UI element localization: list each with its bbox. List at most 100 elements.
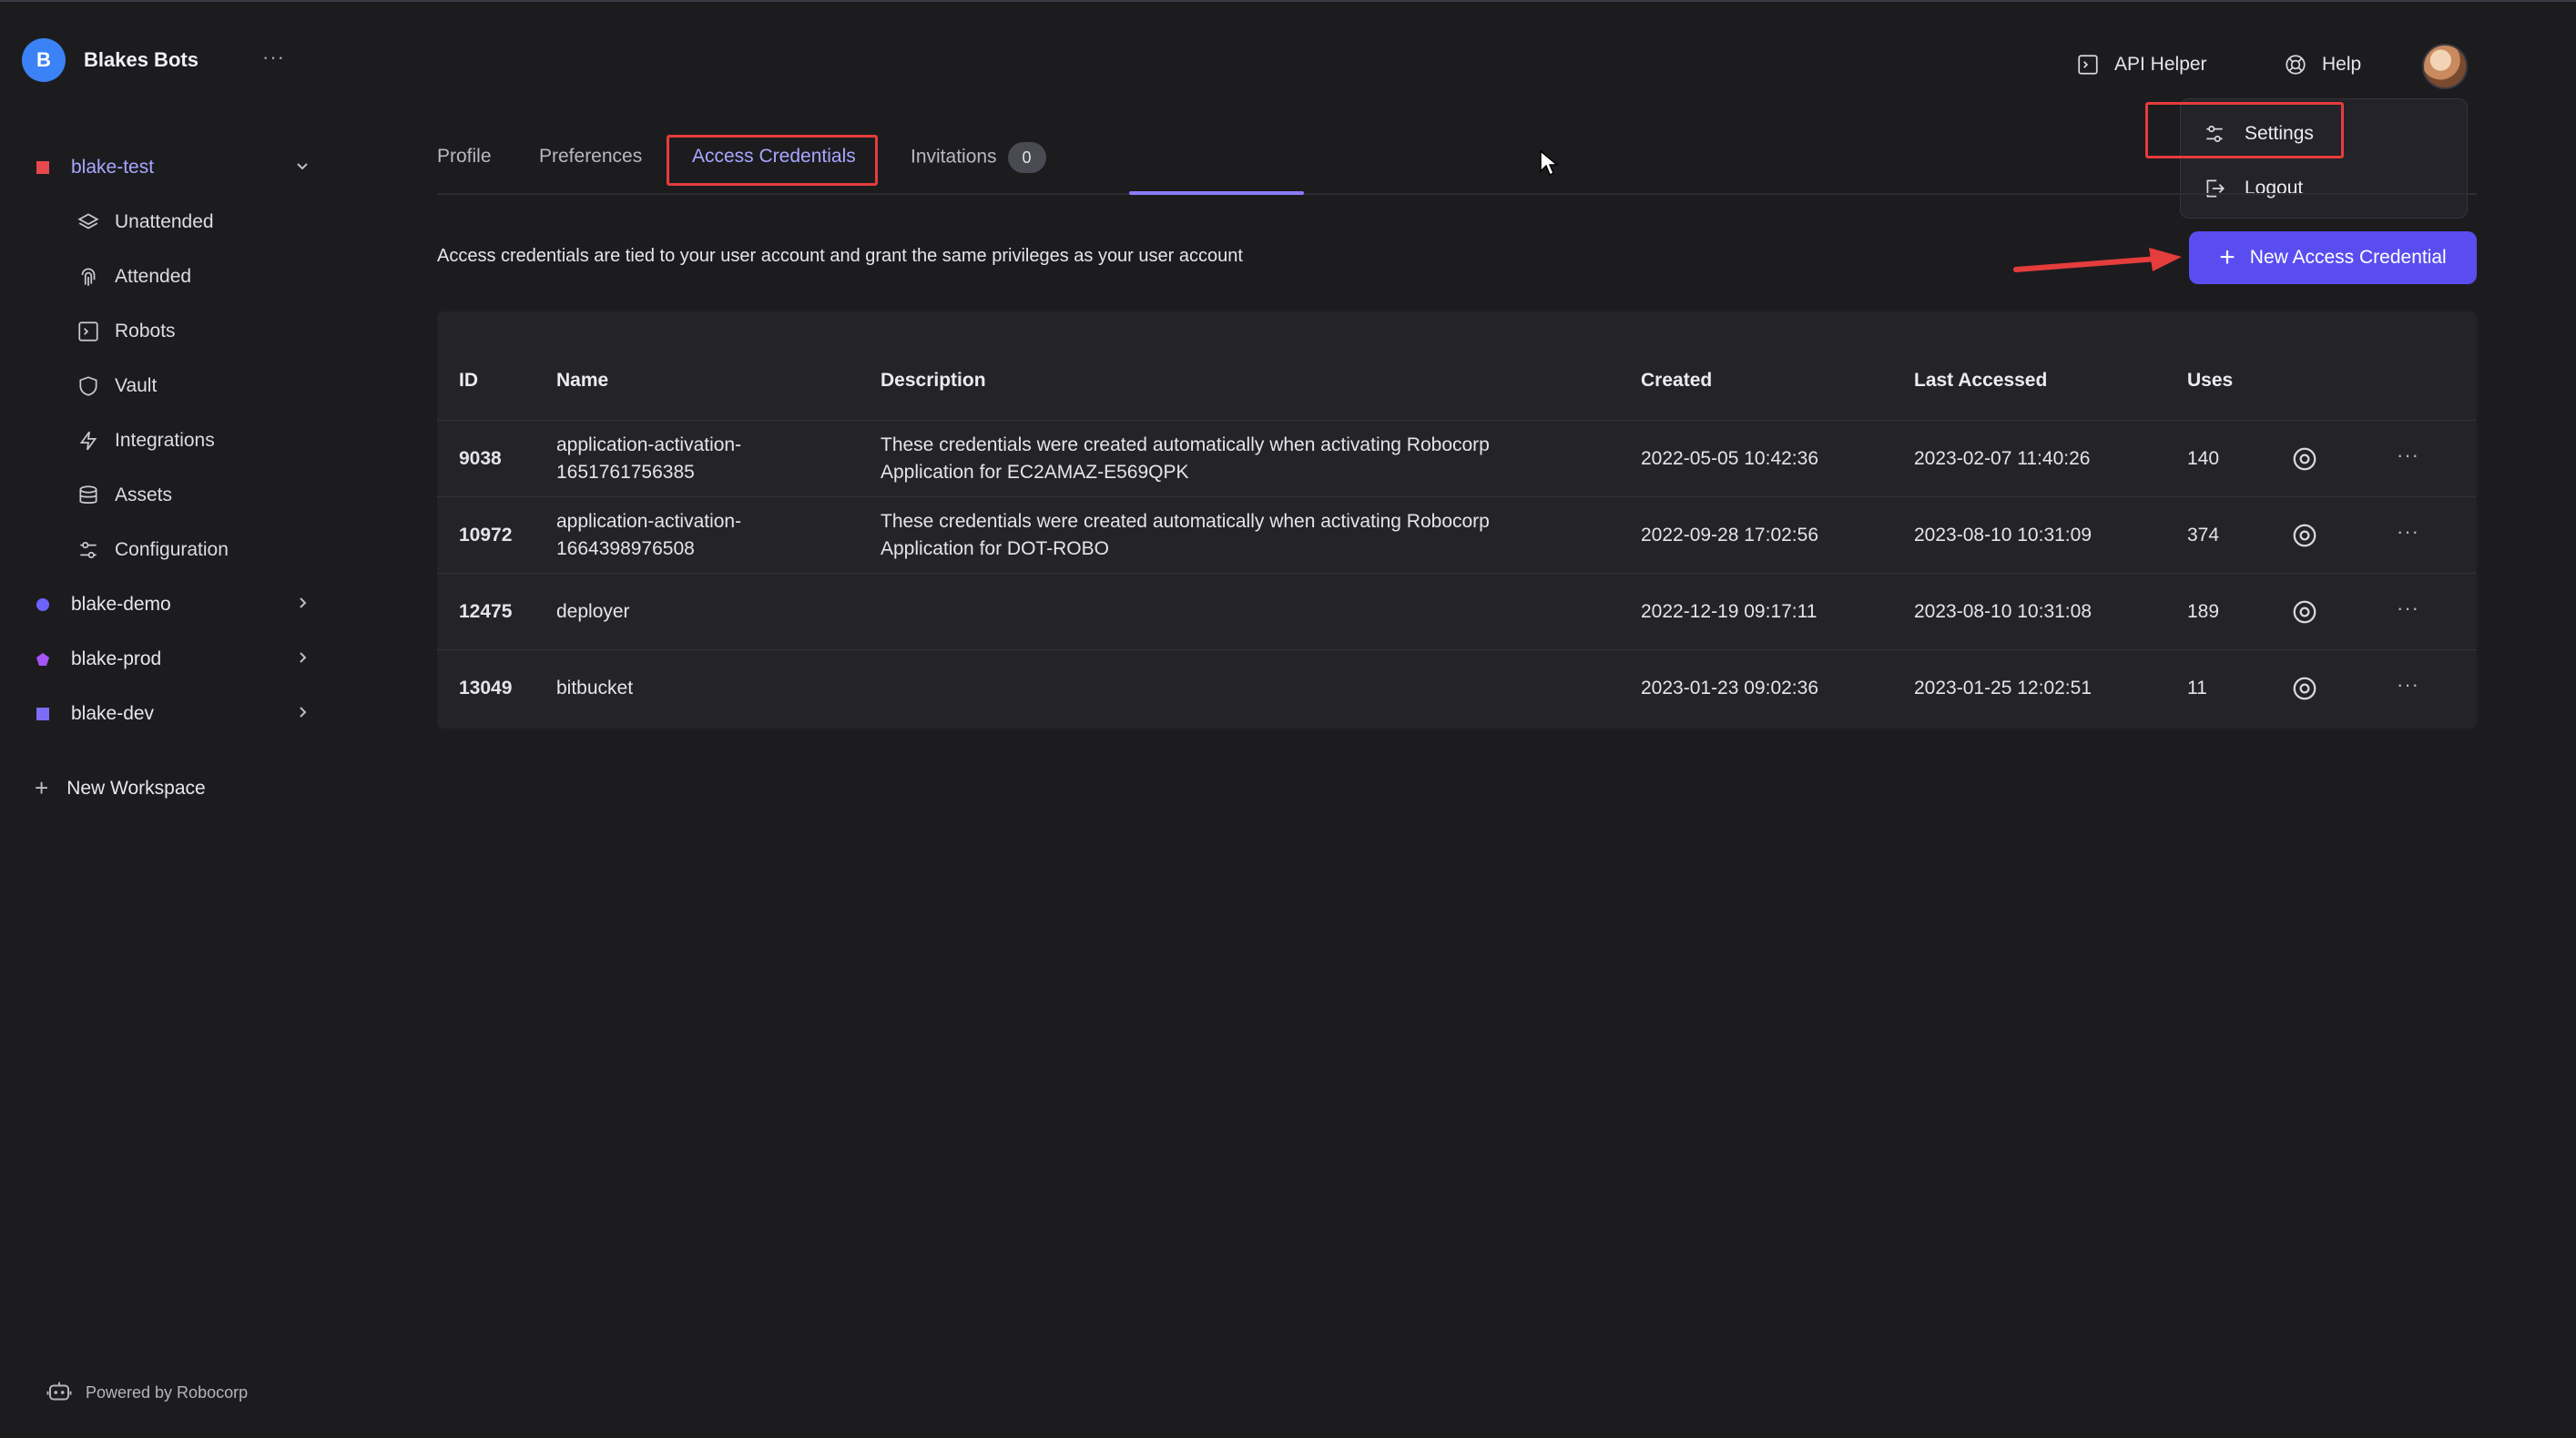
cell-description-line: Application for EC2AMAZ-E569QPK: [881, 462, 1189, 483]
column-header-description: Description: [881, 370, 986, 391]
table-row[interactable]: 13049 bitbucket 2023-01-23 09:02:36 2023…: [437, 650, 2477, 727]
sliders-icon: [80, 542, 97, 558]
sidebar-item-assets[interactable]: Assets: [76, 477, 172, 514]
tab-preferences[interactable]: Preferences: [539, 146, 642, 168]
help-button[interactable]: Help: [2284, 53, 2361, 76]
cell-created: 2022-12-19 09:17:11: [1641, 601, 1817, 622]
access-credentials-table: ID Name Description Created Last Accesse…: [437, 311, 2477, 729]
eye-icon[interactable]: [2291, 522, 2318, 549]
plus-icon: +: [35, 774, 49, 801]
workspace-color-circle: [36, 598, 49, 611]
org-avatar: B: [22, 38, 66, 82]
table-header: ID Name Description Created Last Accesse…: [437, 311, 2477, 421]
table-row[interactable]: 10972 application-activation- 1664398976…: [437, 497, 2477, 574]
cell-description-line: These credentials were created automatic…: [881, 511, 1490, 532]
cell-uses: 189: [2187, 601, 2220, 622]
cell-uses: 11: [2187, 678, 2207, 699]
workspace-name: blake-test: [71, 157, 155, 178]
cell-id: 10972: [459, 525, 513, 546]
chevron-right-icon: [295, 649, 310, 670]
workspace-blake-prod[interactable]: blake-prod: [36, 641, 310, 678]
sidebar-item-unattended[interactable]: Unattended: [76, 204, 214, 240]
column-header-created: Created: [1641, 370, 1713, 391]
cell-id: 12475: [459, 601, 513, 622]
cell-name-line: application-activation-: [556, 511, 742, 532]
chevron-down-icon: [295, 158, 310, 178]
tab-invitations[interactable]: Invitations 0: [911, 142, 1046, 173]
sidebar-item-label: Configuration: [115, 539, 229, 560]
sidebar-item-label: Assets: [115, 484, 173, 505]
eye-icon[interactable]: [2291, 445, 2318, 473]
cell-last-accessed: 2023-01-25 12:02:51: [1914, 678, 2092, 699]
chevron-right-icon: [295, 704, 310, 725]
database-icon: [79, 485, 97, 504]
new-workspace-label: New Workspace: [66, 777, 206, 799]
api-helper-button[interactable]: API Helper: [2076, 53, 2207, 76]
access-credentials-description: Access credentials are tied to your user…: [437, 246, 1243, 266]
user-avatar[interactable]: [2422, 44, 2468, 89]
cell-name: application-activation- 1664398976508: [556, 508, 741, 563]
new-access-credential-button[interactable]: + New Access Credential: [2189, 231, 2477, 284]
terminal-icon: [78, 321, 98, 342]
table-row[interactable]: 9038 application-activation- 16517617563…: [437, 421, 2477, 497]
column-header-last-accessed: Last Accessed: [1914, 370, 2048, 391]
cell-last-accessed: 2023-08-10 10:31:09: [1914, 525, 2092, 546]
org-switcher[interactable]: B Blakes Bots: [22, 38, 199, 82]
fingerprint-icon: [81, 268, 96, 286]
sidebar-item-label: Robots: [115, 321, 176, 342]
cell-name: application-activation- 1651761756385: [556, 432, 741, 486]
sidebar-item-vault[interactable]: Vault: [76, 368, 157, 404]
org-name: Blakes Bots: [84, 48, 199, 71]
sidebar-item-integrations[interactable]: Integrations: [76, 423, 215, 459]
active-tab-indicator: [1129, 191, 1304, 195]
cell-last-accessed: 2023-02-07 11:40:26: [1914, 448, 2091, 469]
shield-icon: [79, 376, 97, 396]
sidebar-item-label: Attended: [115, 266, 192, 287]
workspace-blake-test[interactable]: blake-test: [36, 149, 310, 186]
cell-description: These credentials were created automatic…: [881, 432, 1490, 486]
lightning-icon: [79, 431, 97, 451]
cell-description-line: These credentials were created automatic…: [881, 434, 1490, 455]
highlight-box-access-credentials: [667, 135, 878, 186]
new-workspace-button[interactable]: + New Workspace: [35, 774, 206, 802]
column-header-uses: Uses: [2187, 370, 2234, 391]
eye-icon[interactable]: [2291, 675, 2318, 702]
workspace-blake-dev[interactable]: blake-dev: [36, 696, 310, 732]
row-more-button[interactable]: ···: [2397, 520, 2419, 544]
cell-created: 2022-05-05 10:42:36: [1641, 448, 1818, 469]
plus-icon: +: [2219, 242, 2235, 272]
org-more-menu-button[interactable]: ···: [262, 46, 285, 69]
cell-name: bitbucket: [556, 678, 634, 699]
workspace-name: blake-dev: [71, 703, 155, 724]
row-more-button[interactable]: ···: [2397, 673, 2419, 697]
sidebar-item-label: Unattended: [115, 211, 214, 232]
new-access-credential-label: New Access Credential: [2249, 247, 2447, 268]
chevron-right-icon: [295, 595, 310, 616]
table-row[interactable]: 12475 deployer 2022-12-19 09:17:11 2023-…: [437, 574, 2477, 650]
sidebar-item-attended[interactable]: Attended: [76, 259, 191, 295]
column-header-id: ID: [459, 370, 478, 391]
workspace-color-square: [36, 708, 49, 720]
tab-profile[interactable]: Profile: [437, 146, 492, 168]
cell-description: These credentials were created automatic…: [881, 508, 1490, 563]
workspace-blake-demo[interactable]: blake-demo: [36, 586, 310, 623]
cell-id: 13049: [459, 678, 513, 699]
api-helper-label: API Helper: [2114, 54, 2207, 75]
workspace-color-pentagon: [36, 653, 49, 666]
sidebar-item-configuration[interactable]: Configuration: [76, 532, 229, 568]
cell-created: 2022-09-28 17:02:56: [1641, 525, 1818, 546]
cell-uses: 374: [2187, 525, 2220, 546]
annotation-arrow-icon: [2013, 248, 2182, 272]
workspace-name: blake-demo: [71, 594, 171, 615]
terminal-icon: [2078, 55, 2098, 75]
eye-icon[interactable]: [2291, 598, 2318, 626]
robot-icon: [46, 1382, 72, 1401]
cell-name-line: 1664398976508: [556, 538, 695, 559]
sidebar-item-robots[interactable]: Robots: [76, 313, 176, 350]
row-more-button[interactable]: ···: [2397, 597, 2419, 620]
workspace-color-square: [36, 161, 49, 174]
cell-name-line: application-activation-: [556, 434, 742, 455]
row-more-button[interactable]: ···: [2397, 444, 2419, 467]
cell-created: 2023-01-23 09:02:36: [1641, 678, 1818, 699]
help-label: Help: [2322, 54, 2362, 75]
